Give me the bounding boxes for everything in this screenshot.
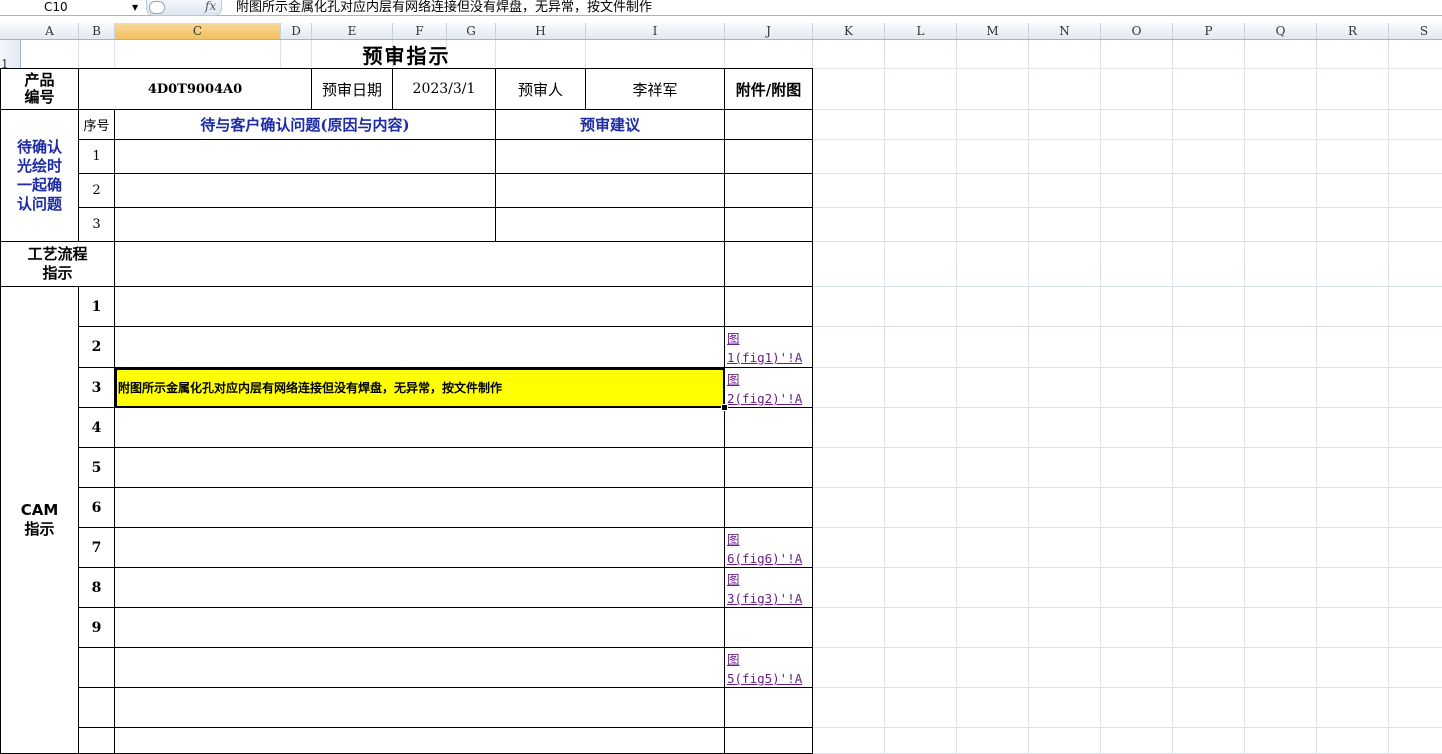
- attachment-hyperlink[interactable]: 图 1(fig1)'!A: [725, 327, 813, 368]
- cam-attachment-cell[interactable]: [725, 728, 813, 754]
- review-date-value[interactable]: 2023/3/1: [393, 69, 496, 110]
- cam-instruction-cell[interactable]: [115, 608, 725, 648]
- attachment-hyperlink[interactable]: 图 3(fig3)'!A: [725, 568, 813, 608]
- product-value[interactable]: 4D0T9004A0: [79, 69, 312, 110]
- process-content-cell[interactable]: [115, 242, 725, 287]
- cam-row-number[interactable]: 4: [79, 408, 115, 448]
- cam-attachment-cell[interactable]: [725, 287, 813, 327]
- column-header-g[interactable]: G: [447, 23, 496, 39]
- cam-row-number[interactable]: 2: [79, 327, 115, 368]
- reviewer-value[interactable]: 李祥军: [586, 69, 725, 110]
- column-header-o[interactable]: O: [1101, 23, 1173, 39]
- chevron-down-icon[interactable]: ▼: [132, 0, 138, 15]
- cam-instruction-cell[interactable]: [115, 448, 725, 488]
- cam-instruction-cell[interactable]: [115, 648, 725, 688]
- cam-label[interactable]: CAM 指示: [0, 287, 79, 754]
- cam-row-number[interactable]: [79, 728, 115, 754]
- column-header-p[interactable]: P: [1173, 23, 1245, 39]
- column-header-n[interactable]: N: [1029, 23, 1101, 39]
- cam-attachment-cell[interactable]: [725, 688, 813, 728]
- column-header-c[interactable]: C: [115, 23, 281, 39]
- cam-row-number[interactable]: 5: [79, 448, 115, 488]
- sheet-title[interactable]: 预审指示: [0, 40, 813, 69]
- attachment-hyperlink[interactable]: 图 2(fig2)'!A: [725, 368, 813, 408]
- confirm-issue-cell[interactable]: [115, 140, 496, 174]
- confirm-seq[interactable]: 2: [79, 174, 115, 208]
- confirm-attachment-cell[interactable]: [725, 208, 813, 242]
- column-header-e[interactable]: E: [312, 23, 393, 39]
- cam-row-number[interactable]: 1: [79, 287, 115, 327]
- column-header-j[interactable]: J: [725, 23, 813, 39]
- confirm-seq[interactable]: 3: [79, 208, 115, 242]
- column-header-m[interactable]: M: [957, 23, 1029, 39]
- confirm-suggestion-cell[interactable]: [496, 208, 725, 242]
- selected-cell-c10[interactable]: 附图所示金属化孔对应内层有网络连接但没有焊盘，无异常，按文件制作: [115, 368, 725, 408]
- cam-row-number[interactable]: 7: [79, 528, 115, 568]
- cam-row-number[interactable]: 3: [79, 368, 115, 408]
- cam-instruction-cell[interactable]: [115, 568, 725, 608]
- column-header-b[interactable]: B: [79, 23, 115, 39]
- cam-instruction-cell[interactable]: [115, 688, 725, 728]
- cam-attachment-cell[interactable]: [725, 408, 813, 448]
- cam-instruction-cell[interactable]: [115, 728, 725, 754]
- process-label[interactable]: 工艺流程 指示: [0, 242, 115, 287]
- name-box[interactable]: C10 ▼: [0, 0, 142, 15]
- cam-instruction-cell[interactable]: [115, 488, 725, 528]
- sheet-grid[interactable]: 预审指示 产品 编号 4D0T9004A0 预审日期 2023/3/1 预审人 李祥军 附件/附…: [0, 40, 1442, 754]
- formula-input[interactable]: 附图所示金属化孔对应内层有网络连接但没有焊盘，无异常，按文件制作: [236, 0, 652, 15]
- confirm-section-label[interactable]: 待确认 光绘时 一起确 认问题: [0, 110, 79, 242]
- name-box-value: C10: [44, 0, 68, 14]
- confirm-attachment-cell[interactable]: [725, 140, 813, 174]
- confirm-seq[interactable]: 1: [79, 140, 115, 174]
- cam-attachment-cell[interactable]: [725, 608, 813, 648]
- column-header-s[interactable]: S: [1389, 23, 1442, 39]
- product-label[interactable]: 产品 编号: [0, 69, 79, 110]
- suggestion-header[interactable]: 预审建议: [496, 110, 725, 140]
- cam-instruction-cell[interactable]: [115, 327, 725, 368]
- confirm-issue-cell[interactable]: [115, 174, 496, 208]
- cam-attachment-cell[interactable]: [725, 448, 813, 488]
- column-header-d[interactable]: D: [281, 23, 312, 39]
- cam-instruction-cell[interactable]: [115, 528, 725, 568]
- cam-instruction-cell[interactable]: [115, 287, 725, 327]
- attachment-hyperlink[interactable]: 图 5(fig5)'!A: [725, 648, 813, 688]
- reviewer-label[interactable]: 预审人: [496, 69, 586, 110]
- column-header-i[interactable]: I: [586, 23, 725, 39]
- cam-row-number[interactable]: 8: [79, 568, 115, 608]
- column-header-a[interactable]: A: [21, 23, 79, 39]
- column-header-q[interactable]: Q: [1245, 23, 1317, 39]
- column-header-k[interactable]: K: [813, 23, 885, 39]
- cam-row-number[interactable]: 9: [79, 608, 115, 648]
- formula-tools: fx: [146, 0, 222, 16]
- review-date-label[interactable]: 预审日期: [312, 69, 393, 110]
- column-headers: ABCDEFGHIJKLMNOPQRS: [0, 23, 1442, 40]
- fx-icon[interactable]: fx: [205, 0, 216, 13]
- confirm-suggestion-cell[interactable]: [496, 140, 725, 174]
- cam-row-number[interactable]: [79, 688, 115, 728]
- column-header-l[interactable]: L: [885, 23, 957, 39]
- seq-header[interactable]: 序号: [79, 110, 115, 140]
- fill-handle[interactable]: [721, 404, 728, 411]
- confirm-attachment-cell[interactable]: [725, 174, 813, 208]
- formula-bar-resize-handle[interactable]: [149, 1, 165, 14]
- confirm-issue-cell[interactable]: [115, 208, 496, 242]
- attachment-cell[interactable]: [725, 110, 813, 140]
- confirm-suggestion-cell[interactable]: [496, 174, 725, 208]
- cam-row-number[interactable]: [79, 648, 115, 688]
- column-header-h[interactable]: H: [496, 23, 586, 39]
- attachment-label[interactable]: 附件/附图: [725, 69, 813, 110]
- column-header-r[interactable]: R: [1317, 23, 1389, 39]
- process-attachment-cell[interactable]: [725, 242, 813, 287]
- cam-instruction-cell[interactable]: [115, 408, 725, 448]
- column-header-f[interactable]: F: [393, 23, 447, 39]
- formula-bar: C10 ▼ fx 附图所示金属化孔对应内层有网络连接但没有焊盘，无异常，按文件制…: [0, 0, 1442, 16]
- attachment-hyperlink[interactable]: 图 6(fig6)'!A: [725, 528, 813, 568]
- issue-header[interactable]: 待与客户确认问题(原因与内容): [115, 110, 496, 140]
- cam-row-number[interactable]: 6: [79, 488, 115, 528]
- cam-attachment-cell[interactable]: [725, 488, 813, 528]
